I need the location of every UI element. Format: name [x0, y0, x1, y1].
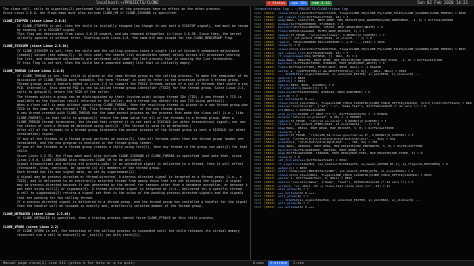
- man-page-pane[interactable]: The clone call, calls to sigaction(2) pe…: [0, 6, 250, 260]
- log-args: NULL, 98214, PROT_READ, MAP_PRIVATE, 3, …: [287, 127, 394, 130]
- pane-divider[interactable]: [250, 6, 251, 260]
- man-text-line: If CLONE_UNTRACED is specified, then a t…: [17, 216, 215, 221]
- man-text-line: resources via a call to execve(2) or _ex…: [17, 232, 142, 237]
- tmux-window-tabs: 0:man 1:strace 2:zsh: [251, 261, 306, 266]
- tmux-tab[interactable]: 2:zsh: [291, 261, 306, 266]
- strace-pane-title: ltrace/strace log — ~/PROJECTS/CLONE/tra…: [254, 7, 348, 11]
- log-line-number: 3475: [254, 206, 262, 210]
- log-syscall: +++ exited: [278, 206, 297, 210]
- tmux-tab[interactable]: 1:strace: [267, 261, 290, 266]
- man-text-line: If one of the threads in a thread group …: [17, 145, 248, 150]
- log-args: with 0 +++: [296, 206, 315, 210]
- log-args: 0x7f9c4e024000, 1540096, PROT_READ|PROT_…: [287, 152, 423, 156]
- tmux-status-bar: Manual page clone(2) line 512 (press h f…: [0, 260, 474, 266]
- man-text-line: [3, 65, 248, 67]
- man-text-line: A call to sigpending(2) returns a signal…: [17, 191, 244, 196]
- man-text-line: silently ignores it without error. Start…: [17, 36, 234, 41]
- man-text-line: [3, 40, 248, 42]
- man-text-line: [3, 15, 248, 17]
- man-status-line: Manual page clone(2) line 512 (press h f…: [3, 261, 135, 265]
- log-args: 0x7f3a2b9fd000, 8368128, MADV_DONTNEED) …: [292, 91, 371, 95]
- log-args: SIGCHLD, {sa_handler=0x5581a2f0, sa_mask…: [301, 162, 448, 166]
- log-pid: [8832]: [264, 206, 275, 210]
- tmux-tab[interactable]: 0:man: [251, 261, 266, 266]
- strace-pane[interactable]: ltrace/strace log — ~/PROJECTS/CLONE/tra…: [252, 6, 474, 260]
- log-row: 3475 [8832] +++ exited with 0 +++: [254, 206, 472, 210]
- log-args: {si_signo=SIGCHLD, si_code=CLD_EXITED, s…: [297, 73, 421, 77]
- man-text-line: [3, 208, 248, 210]
- log-args: 7, "55d1c2800000-55d1c2834000 r--p 0"...…: [287, 40, 385, 44]
- strace-log: 3421 [8832] clone(child_stack=0x7f3a2c1fef…: [254, 12, 472, 210]
- man-text-line: [3, 221, 248, 223]
- log-args: {si_signo=SIGCHLD, si_code=CLD_EXITED, s…: [297, 198, 421, 202]
